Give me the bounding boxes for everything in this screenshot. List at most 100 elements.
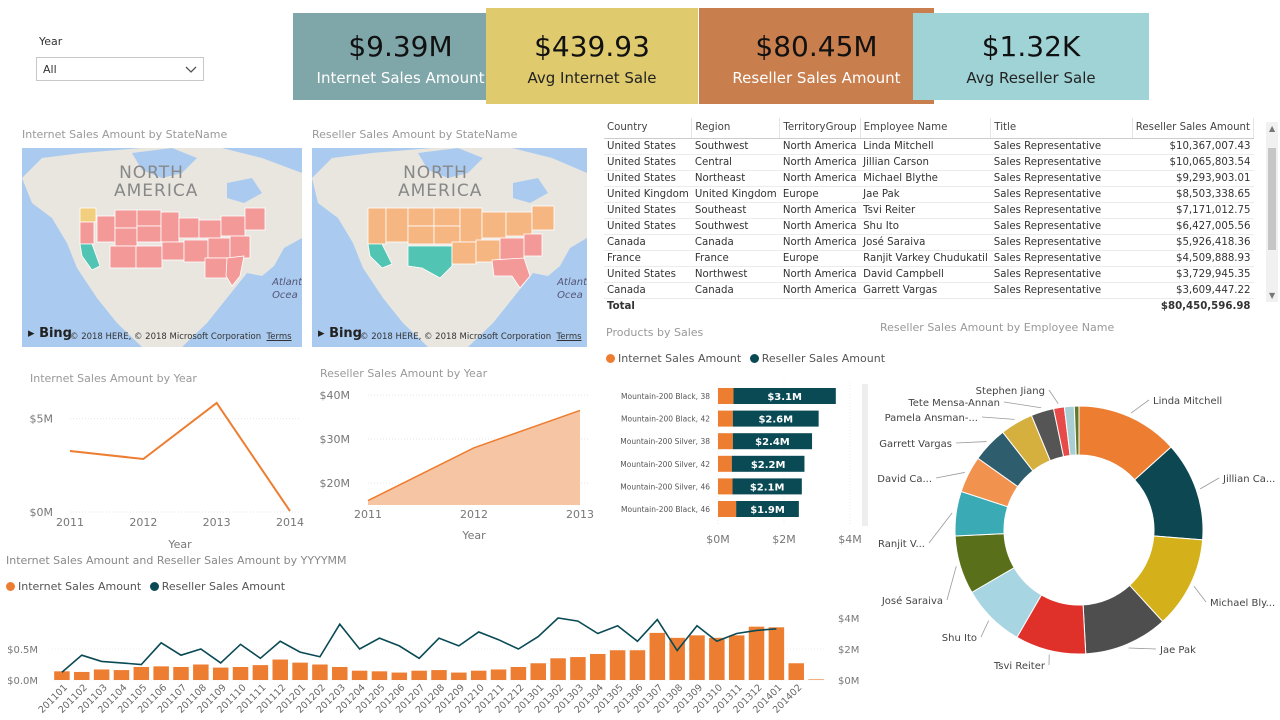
y-tick-label-left: $0.5M bbox=[7, 645, 38, 656]
table-cell bbox=[860, 298, 991, 315]
kpi-label: Avg Reseller Sale bbox=[966, 69, 1096, 87]
kpi-value: $439.93 bbox=[534, 30, 650, 63]
bar-internet bbox=[252, 665, 269, 680]
y-tick-label-right: $2M bbox=[838, 645, 859, 656]
table-cell: North America bbox=[779, 218, 861, 235]
table-cell: Canada bbox=[691, 234, 780, 251]
terms-link[interactable]: Terms bbox=[267, 332, 292, 342]
table-row[interactable]: France France Europe Ranjit Varkey Chudukat… bbox=[604, 250, 1254, 267]
slice-label: Tsvi Reiter bbox=[993, 661, 1046, 672]
table-cell: $4,509,888.93 bbox=[1132, 250, 1254, 267]
table-cell: $10,065,803.54 bbox=[1132, 154, 1254, 171]
year-slicer-label: Year bbox=[39, 35, 63, 48]
bar-internet bbox=[718, 478, 733, 495]
table-scrollbar[interactable]: ▲ ▼ bbox=[1266, 122, 1278, 302]
slice-label: Pamela Ansman-... bbox=[885, 413, 978, 424]
series-line bbox=[69, 401, 291, 512]
monthly-combo-chart[interactable]: $0.0M$0.5M$0M$2M$4M201101201102201103201… bbox=[0, 600, 870, 720]
table-row[interactable]: United States Central North America Jillian… bbox=[604, 154, 1254, 171]
table-row[interactable]: United States Southeast North America Tsvi … bbox=[604, 202, 1254, 219]
scrollbar-thumb[interactable] bbox=[1268, 148, 1276, 250]
table-cell: United States bbox=[604, 202, 692, 219]
table-cell: Jae Pak bbox=[860, 186, 991, 203]
table-row[interactable]: United States Southwest North America Shu I… bbox=[604, 218, 1254, 235]
column-header[interactable]: TerritoryGroup bbox=[779, 118, 861, 139]
category-label: Mountain-200 Black, 42 bbox=[621, 415, 710, 424]
bar-internet bbox=[153, 666, 169, 680]
employee-donut-chart[interactable]: Linda Mitchell Jillian Ca... Michael Bly..… bbox=[870, 340, 1280, 710]
x-tick-label: 2012 bbox=[129, 516, 157, 529]
slice-label: Jillian Ca... bbox=[1222, 474, 1275, 485]
kpi-value: $1.32K bbox=[981, 30, 1081, 63]
kpi-reseller-sales: $80.45M Reseller Sales Amount bbox=[699, 8, 934, 104]
category-label: Mountain-200 Silver, 42 bbox=[620, 460, 710, 469]
table-cell: United Kingdom bbox=[691, 186, 780, 203]
internet-year-chart[interactable]: $0M $5M 2011 2012 2013 2014 Year bbox=[20, 390, 310, 550]
table-row[interactable]: United States Northwest North America David… bbox=[604, 266, 1254, 283]
column-header[interactable]: Reseller Sales Amount bbox=[1132, 118, 1255, 139]
internet-sales-map[interactable]: NORTH AMERICA Atlant Ocea ▸ Bing © 2018 HE… bbox=[22, 148, 302, 347]
scroll-up-icon[interactable]: ▲ bbox=[1269, 124, 1275, 133]
table-cell: $80,450,596.98 bbox=[1132, 298, 1254, 315]
kpi-avg-reseller-sale: $1.32K Avg Reseller Sale bbox=[913, 13, 1149, 100]
data-label: $1.9M bbox=[750, 505, 785, 516]
bar-internet bbox=[272, 659, 288, 680]
reseller-year-chart[interactable]: $20M $30M $40M 2011 2012 2013 Year bbox=[310, 385, 600, 545]
table-cell: France bbox=[691, 250, 780, 267]
bar-internet bbox=[768, 627, 785, 680]
table-cell: North America bbox=[779, 202, 861, 219]
table-cell: Linda Mitchell bbox=[860, 138, 991, 155]
bar-internet bbox=[609, 650, 626, 680]
table-cell: United States bbox=[604, 266, 692, 283]
data-label: $3.1M bbox=[767, 392, 802, 403]
y-tick-label: $30M bbox=[320, 433, 351, 446]
table-row[interactable]: United States Southwest North America Linda… bbox=[604, 138, 1254, 155]
x-tick-label: $0M bbox=[706, 533, 730, 546]
table-cell bbox=[990, 298, 1133, 315]
column-header[interactable]: Employee Name bbox=[860, 118, 992, 139]
column-header[interactable]: Country bbox=[604, 118, 693, 139]
table-cell: Canada bbox=[604, 234, 692, 251]
bing-logo: ▸ Bing bbox=[318, 326, 362, 341]
table-cell: Michael Blythe bbox=[860, 170, 991, 187]
table-cell: $10,367,007.43 bbox=[1132, 138, 1254, 155]
bar-internet bbox=[718, 388, 734, 404]
kpi-internet-sales: $9.39M Internet Sales Amount bbox=[293, 13, 508, 100]
table-row[interactable]: Canada Canada North America Garrett Vargas S… bbox=[604, 282, 1254, 299]
bar-internet bbox=[193, 664, 209, 680]
category-label: Mountain-200 Black, 38 bbox=[621, 392, 710, 401]
terms-link[interactable]: Terms bbox=[557, 332, 582, 342]
scroll-down-icon[interactable]: ▼ bbox=[1269, 291, 1275, 300]
bar-internet bbox=[649, 632, 666, 680]
bar-internet bbox=[629, 650, 646, 680]
scrollbar-track bbox=[862, 384, 868, 526]
table-cell: North America bbox=[779, 234, 861, 251]
y-tick-label: $40M bbox=[320, 389, 351, 402]
table-cell: Sales Representative bbox=[990, 186, 1133, 203]
table-cell: Sales Representative bbox=[990, 154, 1133, 171]
table-row[interactable]: United Kingdom United Kingdom Europe Jae Pa… bbox=[604, 186, 1254, 203]
x-tick-label: 2011 bbox=[354, 508, 382, 521]
column-header[interactable]: Title bbox=[990, 118, 1133, 139]
bar-internet bbox=[371, 671, 388, 680]
table-cell: David Campbell bbox=[860, 266, 991, 283]
slice-label: Garrett Vargas bbox=[879, 439, 952, 450]
leader-line bbox=[1200, 477, 1220, 490]
reseller-sales-map[interactable]: NORTH AMERICA Atlant Ocea ▸ Bing © 2018 HE… bbox=[312, 148, 587, 347]
map-copyright: © 2018 HERE, © 2018 Microsoft Corporatio… bbox=[360, 332, 582, 342]
bar-internet bbox=[550, 658, 566, 680]
products-bar-chart[interactable]: $0M $2M $4M Mountain-200 Black, 38 $3.1M Moun… bbox=[600, 378, 870, 550]
kpi-value: $9.39M bbox=[348, 30, 453, 63]
year-slicer-dropdown[interactable]: All bbox=[36, 57, 204, 81]
table-row[interactable]: United States Northeast North America Micha… bbox=[604, 170, 1254, 187]
table-row[interactable]: Canada Canada North America José Saraiva Sal… bbox=[604, 234, 1254, 251]
ocean-label: Atlant Ocea bbox=[272, 277, 302, 301]
bar-internet bbox=[292, 662, 308, 680]
category-label: Mountain-200 Silver, 38 bbox=[620, 437, 710, 446]
column-header[interactable]: Region bbox=[691, 118, 781, 139]
table-body: United States Southwest North America Linda… bbox=[604, 138, 1254, 315]
legend-label-internet: Internet Sales Amount bbox=[18, 580, 142, 593]
leader-line bbox=[946, 566, 957, 601]
table-cell: Central bbox=[691, 154, 780, 171]
table-cell: Sales Representative bbox=[990, 250, 1133, 267]
